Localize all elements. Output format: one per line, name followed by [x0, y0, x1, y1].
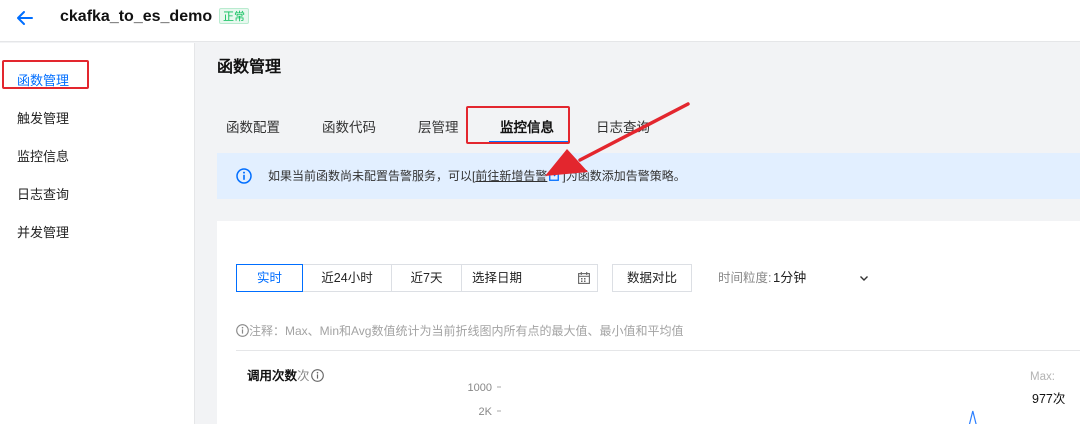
range-24h-button[interactable]: 近24小时	[302, 264, 392, 292]
sidebar: 函数管理 触发管理 监控信息 日志查询 并发管理	[0, 43, 195, 424]
max-value: 977次	[1032, 392, 1066, 406]
annotation-box-sidebar	[2, 60, 89, 89]
info-icon	[236, 168, 252, 184]
metric-name: 调用次数	[247, 369, 298, 383]
chevron-down-icon	[860, 276, 868, 281]
tab-function-config[interactable]: 函数配置	[226, 118, 280, 138]
range-7d-button[interactable]: 近7天	[391, 264, 462, 292]
statistics-note: 注释：Max、Min和Avg数值统计为当前折线图内所有点的最大值、最小值和平均值	[236, 323, 683, 339]
tab-function-code[interactable]: 函数代码	[322, 118, 376, 138]
main-content: 函数管理 函数配置 函数代码 层管理 监控信息 日志查询 如果当前函数尚未配置告…	[196, 43, 1080, 424]
top-bar: ckafka_to_es_demo 正常	[0, 0, 1080, 42]
y-tick-label: 2K	[479, 406, 493, 418]
help-icon[interactable]	[310, 369, 324, 382]
sidebar-item-log-query[interactable]: 日志查询	[17, 185, 69, 205]
max-label: Max:	[1030, 371, 1055, 383]
info-text-after: ]为函数添加告警策略。	[562, 169, 686, 183]
granularity-value: 1分钟	[773, 270, 807, 285]
info-text-before: 如果当前函数尚未配置告警服务，可以[	[268, 169, 476, 183]
alert-info-text: 如果当前函数尚未配置告警服务，可以[前往新增告警 ]为函数添加告警策略。	[268, 168, 686, 184]
monitoring-panel: 实时 近24小时 近7天 选择日期 数据对比 时间粒度: 1分钟 注释：Max、…	[217, 221, 1080, 424]
date-picker[interactable]: 选择日期	[461, 264, 598, 292]
sidebar-item-monitoring[interactable]: 监控信息	[17, 147, 69, 167]
divider	[236, 350, 1080, 351]
granularity-label: 时间粒度:	[718, 271, 772, 285]
tab-layer-management[interactable]: 层管理	[418, 118, 459, 138]
metric-label: 调用次数次	[247, 368, 324, 384]
info-circle-icon	[236, 324, 249, 337]
external-link-icon[interactable]	[549, 170, 561, 181]
function-name-title: ckafka_to_es_demo	[60, 8, 213, 25]
calendar-icon	[578, 272, 590, 284]
series-line	[968, 410, 977, 424]
alert-info-bar: 如果当前函数尚未配置告警服务，可以[前往新增告警 ]为函数添加告警策略。	[217, 153, 1080, 199]
sidebar-item-concurrency[interactable]: 并发管理	[17, 223, 69, 243]
status-badge: 正常	[219, 8, 249, 24]
y-tick-label: 1000	[468, 382, 492, 394]
tab-bar: 函数配置 函数代码 层管理 监控信息 日志查询	[196, 106, 1080, 145]
add-alarm-link[interactable]: 前往新增告警	[475, 169, 547, 183]
data-compare-button[interactable]: 数据对比	[612, 264, 692, 292]
tab-log-query[interactable]: 日志查询	[596, 118, 650, 138]
invocations-line-chart: 2K 1000 0	[468, 382, 977, 424]
page-title: 函数管理	[217, 59, 282, 76]
range-realtime-button[interactable]: 实时	[236, 264, 303, 292]
sidebar-item-trigger-management[interactable]: 触发管理	[17, 109, 69, 129]
date-picker-placeholder: 选择日期	[472, 271, 523, 285]
granularity-select[interactable]: 1分钟	[773, 264, 873, 292]
metric-unit: 次	[297, 369, 310, 383]
statistics-note-text: 注释：Max、Min和Avg数值统计为当前折线图内所有点的最大值、最小值和平均值	[249, 324, 684, 338]
back-arrow-icon[interactable]	[14, 7, 36, 29]
annotation-box-tab	[466, 106, 570, 144]
